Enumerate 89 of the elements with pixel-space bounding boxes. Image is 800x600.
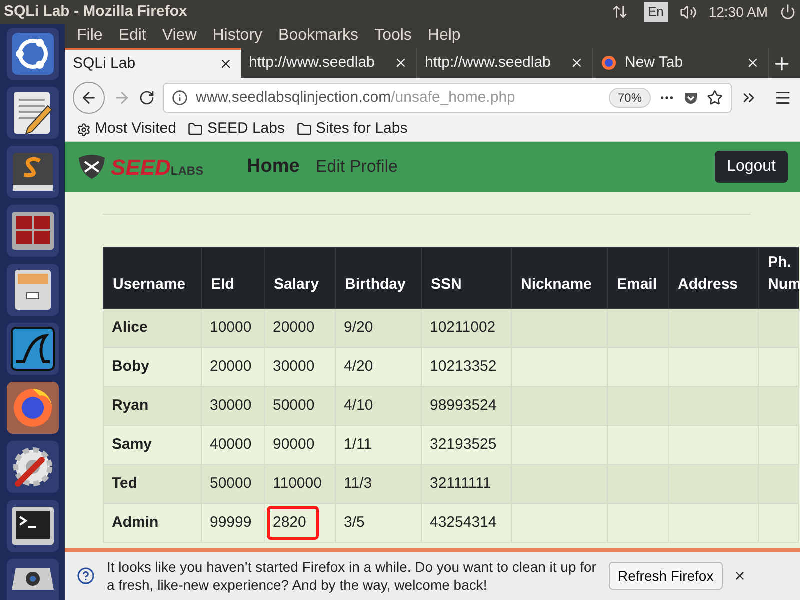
table-cell: 1/11 (344, 436, 372, 453)
zoom-badge[interactable]: 70% (608, 88, 651, 108)
table-cell: 30000 (210, 396, 252, 414)
table-cell: 10211002 (430, 318, 496, 336)
keyboard-indicator[interactable]: En (644, 2, 668, 22)
table-cell: 30000 (273, 358, 315, 375)
menu-item[interactable]: Help (428, 24, 461, 48)
table-cell: Admin (112, 514, 159, 531)
back-button[interactable] (73, 82, 105, 114)
table-cell: 99999 (210, 514, 252, 531)
menu-icon[interactable] (774, 89, 792, 107)
close-icon[interactable] (746, 56, 760, 70)
table-cell: 50000 (210, 474, 252, 492)
table-cell: 20000 (273, 318, 315, 336)
table-cell: 43254314 (430, 514, 497, 531)
firefox-logo-icon (601, 55, 617, 71)
table-cell: 9/20 (344, 318, 374, 336)
table-cell: Alice (112, 318, 148, 336)
menu-item[interactable]: Edit (118, 24, 146, 48)
url-text: www.seedlabsqlinjection.com/unsafe_home.php (196, 88, 516, 108)
launcher-item[interactable] (6, 28, 58, 80)
table-cell: Boby (112, 358, 150, 375)
table-cell: 10213352 (430, 358, 497, 375)
launcher-item[interactable] (6, 441, 58, 493)
shield-tools-icon (77, 154, 107, 180)
launcher-item[interactable] (6, 500, 58, 552)
folder-icon (296, 122, 312, 137)
address-field[interactable]: www.seedlabsqlinjection.com/unsafe_home.php 70% (163, 83, 732, 113)
bookmark-item[interactable]: Sites for Labs (296, 118, 408, 141)
launcher-item[interactable] (6, 559, 58, 600)
table-cell: 40000 (210, 436, 252, 453)
table-cell: 3/5 (344, 514, 365, 531)
info-icon[interactable] (172, 90, 188, 106)
volume-icon[interactable] (680, 4, 697, 20)
gear-icon (77, 122, 91, 136)
tab-title: SQLi Lab (73, 54, 137, 74)
menu-item[interactable]: History (212, 24, 263, 48)
launcher-item[interactable] (6, 146, 58, 198)
tab-title: http://www.seedlab (249, 52, 376, 73)
table-cell: 10000 (210, 318, 252, 336)
table-cell: 4/10 (344, 396, 374, 414)
tab-title: http://www.seedlab (425, 52, 552, 73)
close-button[interactable]: × (734, 562, 746, 590)
table-cell: 2820 (273, 514, 306, 531)
table-cell: Ted (112, 474, 138, 492)
table-cell: 110000 (273, 474, 322, 492)
launcher-item[interactable] (6, 205, 58, 257)
table-cell: 20000 (210, 358, 252, 375)
menu-item[interactable]: View (162, 24, 197, 48)
table-cell: 11/3 (344, 474, 372, 492)
nav-link[interactable]: Home (247, 152, 300, 182)
launcher-item[interactable] (6, 323, 58, 375)
bookmark-item[interactable]: SEED Labs (188, 118, 285, 141)
bookmark-star-icon[interactable] (707, 90, 723, 106)
table-cell: 98993524 (430, 396, 497, 414)
notification-message: It looks like you haven’t started Firefox in a while. Do you want to clean it up for a fresh, like-new experience? And by the way, welcome back! (107, 558, 597, 594)
refresh-firefox-button[interactable]: Refresh Firefox (609, 562, 723, 590)
column-header: Username (104, 248, 202, 308)
menu-item[interactable]: Bookmarks (278, 24, 359, 48)
clock[interactable]: 12:30 AM (708, 2, 768, 22)
table-cell: 90000 (273, 436, 315, 453)
table-cell: 50000 (273, 396, 315, 414)
tab-title: New Tab (625, 52, 684, 73)
reload-icon[interactable] (139, 90, 155, 106)
logout-button[interactable]: Logout (715, 151, 788, 183)
site-logo[interactable]: SEEDLABS (111, 150, 204, 184)
pocket-icon[interactable] (683, 90, 699, 106)
launcher-item[interactable] (6, 264, 58, 316)
table-cell: Ryan (112, 396, 149, 414)
power-icon[interactable] (780, 4, 796, 20)
close-icon[interactable] (394, 56, 408, 70)
help-icon (77, 567, 95, 585)
menu-item[interactable]: Tools (374, 24, 412, 48)
close-icon[interactable] (219, 57, 233, 71)
folder-icon (188, 122, 204, 137)
table-cell: 32193525 (430, 436, 497, 453)
table-cell: 32111111 (430, 474, 492, 492)
menu-item[interactable]: File (77, 24, 103, 48)
network-icon[interactable] (612, 4, 628, 20)
shark-fin-icon (10, 326, 56, 372)
launcher-item[interactable] (6, 87, 58, 139)
browser-tab[interactable]: SQLi Lab (65, 48, 241, 78)
close-icon[interactable] (570, 56, 584, 70)
table-cell: Samy (112, 436, 152, 453)
ubuntu-logo-icon (10, 31, 56, 77)
nav-link[interactable]: Edit Profile (316, 154, 398, 180)
bookmark-item[interactable]: Most Visited (77, 118, 176, 141)
window-title: SQLi Lab - Mozilla Firefox (4, 2, 188, 22)
table-cell: 4/20 (344, 358, 374, 375)
